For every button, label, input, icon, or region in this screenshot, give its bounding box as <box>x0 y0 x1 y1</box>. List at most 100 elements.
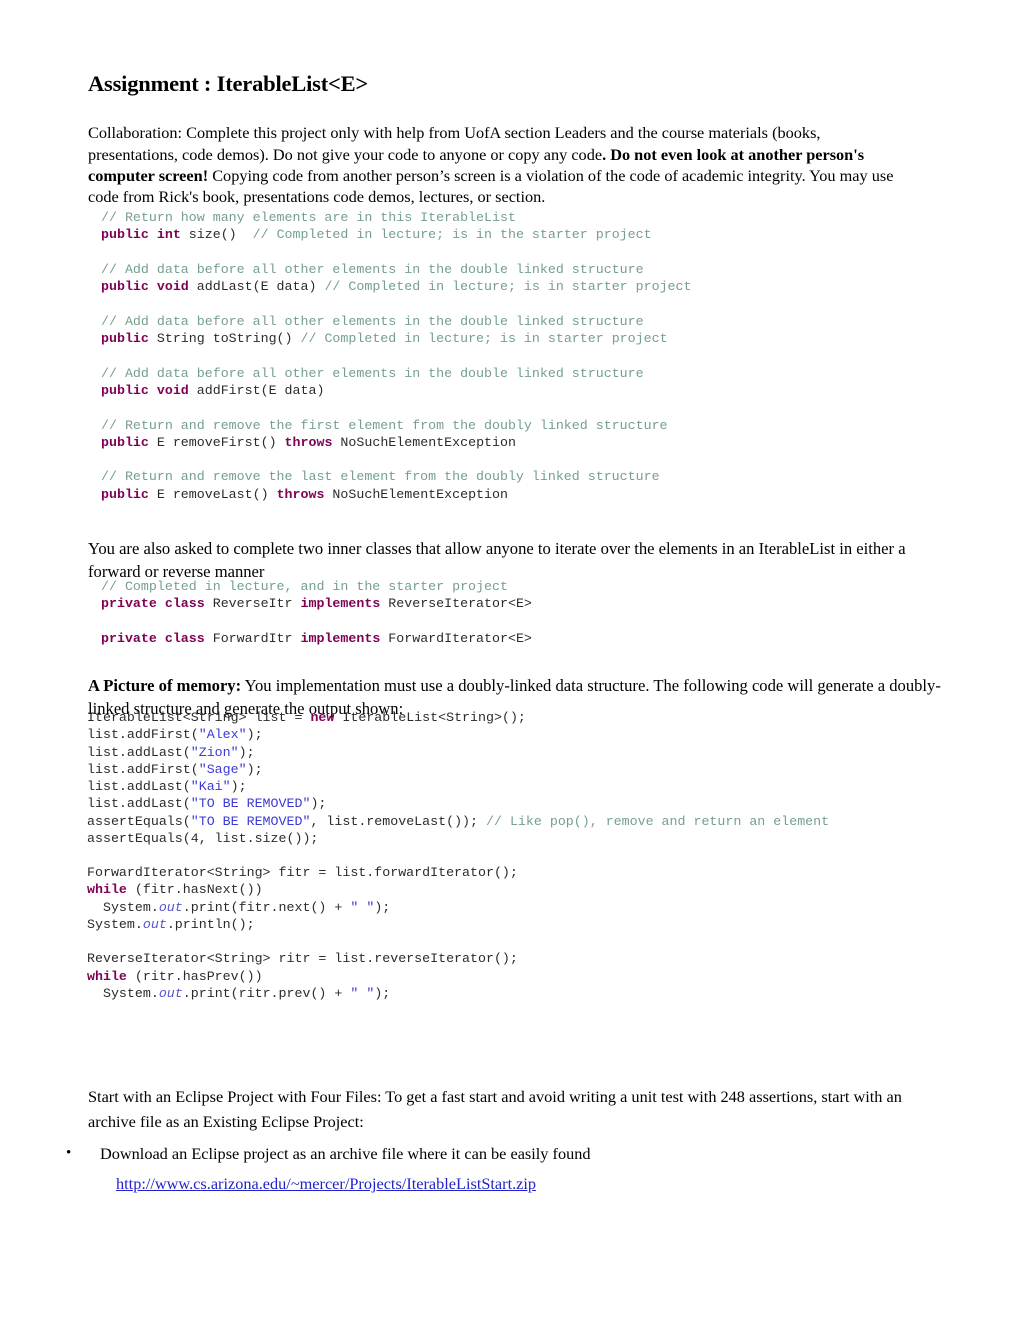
code-token-pln: (fitr.hasNext()) <box>126 882 263 898</box>
code-token-kw: public int <box>101 227 181 243</box>
code-line: // Return how many elements are in this … <box>101 209 692 226</box>
code-token-fld: out <box>142 916 167 932</box>
code-line: IterableList<String> list = new Iterable… <box>87 709 829 726</box>
code-token-comment: // Add data before all other elements in… <box>101 313 644 329</box>
code-block-inner-classes: // Completed in lecture, and in the star… <box>101 578 532 647</box>
collab-text-2: Copying code from another person’s scree… <box>88 165 894 207</box>
code-token-pln: ForwardIterator<String> fitr = list.forw… <box>87 865 518 880</box>
code-token-kw: throws <box>276 486 325 502</box>
code-token-pln: list.addFirst( <box>87 727 199 743</box>
code-line: list.addLast("Kai"); <box>87 778 829 795</box>
paragraph-eclipse-project: Start with an Eclipse Project with Four … <box>88 1087 902 1132</box>
code-token-pln: ReverseIterator<String> ritr = list.reve… <box>87 951 518 967</box>
page-title: Assignment : IterableList<E> <box>88 71 369 97</box>
code-token-cmt: // Completed in lecture; is in starter p… <box>324 279 692 295</box>
code-line: private class ForwardItr implements Forw… <box>101 630 532 647</box>
code-token-pln: ); <box>238 744 255 760</box>
code-line: // Completed in lecture, and in the star… <box>101 578 532 595</box>
code-token-str: " " <box>350 899 375 915</box>
code-token-kw: new <box>310 710 335 725</box>
code-token-pln: IterableList<String>(); <box>334 710 526 725</box>
code-token-comment: // Completed in lecture, and in the star… <box>101 579 508 594</box>
code-token-kw: throws <box>284 434 333 450</box>
code-token-pln: list.addFirst( <box>87 761 199 777</box>
paragraph-inner-classes: You are also asked to complete two inner… <box>88 538 906 581</box>
code-block-method-signatures: // Return how many elements are in this … <box>101 209 692 503</box>
code-token-fld: out <box>158 899 183 915</box>
code-token-pln: ); <box>310 796 327 812</box>
code-token-comment: // Add data before all other elements in… <box>101 365 644 381</box>
code-token-pln: assertEquals(4, list.size()); <box>87 831 319 847</box>
code-token-comment: // Add data before all other elements in… <box>101 261 644 277</box>
code-token-pln: String toString() <box>148 331 301 347</box>
code-token-pln: ForwardItr <box>204 630 301 646</box>
code-token-pln: ReverseIterator<E> <box>380 596 532 612</box>
code-block-sample-usage: IterableList<String> list = new Iterable… <box>87 709 829 847</box>
code-line: // Return and remove the first element f… <box>101 417 692 434</box>
code-line: list.addLast("Zion"); <box>87 744 829 761</box>
code-token-cmt: // Like pop(), remove and return an elem… <box>486 813 830 829</box>
code-token-pln: System. <box>87 986 159 1002</box>
code-token-comment: // Return how many elements are in this … <box>101 210 516 225</box>
code-token-str: "Zion" <box>190 744 239 760</box>
code-token-str: "TO BE REMOVED" <box>190 796 311 812</box>
code-token-pln: E removeLast() <box>148 486 277 502</box>
code-line: private class ReverseItr implements Reve… <box>101 595 532 612</box>
code-token-pln: .println(); <box>166 916 255 932</box>
code-line: public int size() // Completed in lectur… <box>101 226 692 243</box>
code-token-pln: .print(ritr.prev() + <box>182 986 351 1002</box>
code-token-pln: NoSuchElementException <box>332 434 516 450</box>
code-token-pln: ForwardIterator<E> <box>380 630 532 646</box>
code-token-str: "Kai" <box>190 779 231 795</box>
code-token-str: "Alex" <box>198 727 247 743</box>
code-token-pln: list.addLast( <box>87 796 191 812</box>
document-page: Assignment : IterableList<E> Collaborati… <box>0 0 1020 1320</box>
code-token-pln: IterableList<String> list = <box>87 710 311 725</box>
code-token-fld: out <box>158 986 183 1002</box>
code-token-pln: list.addLast( <box>87 744 191 760</box>
code-line: while (ritr.hasPrev()) <box>87 968 518 985</box>
download-link-wrapper: http://www.cs.arizona.edu/~mercer/Projec… <box>116 1173 536 1194</box>
code-token-kw: public void <box>101 382 189 398</box>
code-token-pln: addFirst(E data) <box>188 382 325 398</box>
code-line: public void addLast(E data) // Completed… <box>101 278 692 295</box>
code-line: while (fitr.hasNext()) <box>87 881 518 898</box>
code-line: // Add data before all other elements in… <box>101 365 692 382</box>
code-token-pln: System. <box>87 899 159 915</box>
paragraph-collaboration: Collaboration: Complete this project onl… <box>88 122 914 207</box>
code-line: list.addFirst("Alex"); <box>87 726 829 743</box>
code-token-kw: public <box>101 331 149 347</box>
code-token-cmt: // Completed in lecture; is in starter p… <box>300 331 668 347</box>
code-token-pln: ReverseItr <box>204 596 301 612</box>
code-line: System.out.println(); <box>87 916 518 933</box>
code-token-kw: implements <box>300 630 381 646</box>
bullet-marker-icon: • <box>66 1145 72 1161</box>
code-token-str: " " <box>350 986 375 1002</box>
code-token-pln: , list.removeLast()); <box>310 813 486 829</box>
code-line: assertEquals(4, list.size()); <box>87 830 829 847</box>
code-token-kw: private class <box>101 630 205 646</box>
code-token-pln: assertEquals( <box>87 813 191 829</box>
code-line: list.addLast("TO BE REMOVED"); <box>87 795 829 812</box>
code-token-kw: private class <box>101 596 205 612</box>
code-token-pln: ); <box>230 779 247 795</box>
code-token-kw: public <box>101 434 149 450</box>
code-token-pln: ); <box>374 899 391 915</box>
code-line: public String toString() // Completed in… <box>101 330 692 347</box>
code-token-pln: System. <box>87 916 143 932</box>
code-token-pln: list.addLast( <box>87 779 191 795</box>
code-token-pln: size() <box>180 227 253 243</box>
code-line: list.addFirst("Sage"); <box>87 761 829 778</box>
bullet-item-label: Download an Eclipse project as an archiv… <box>100 1144 591 1163</box>
code-token-comment: // Return and remove the last element fr… <box>101 469 660 485</box>
code-line: public E removeLast() throws NoSuchEleme… <box>101 486 692 503</box>
code-line: System.out.print(fitr.next() + " "); <box>87 899 518 916</box>
download-archive-link[interactable]: http://www.cs.arizona.edu/~mercer/Projec… <box>116 1174 536 1193</box>
code-token-pln: ); <box>246 761 263 777</box>
